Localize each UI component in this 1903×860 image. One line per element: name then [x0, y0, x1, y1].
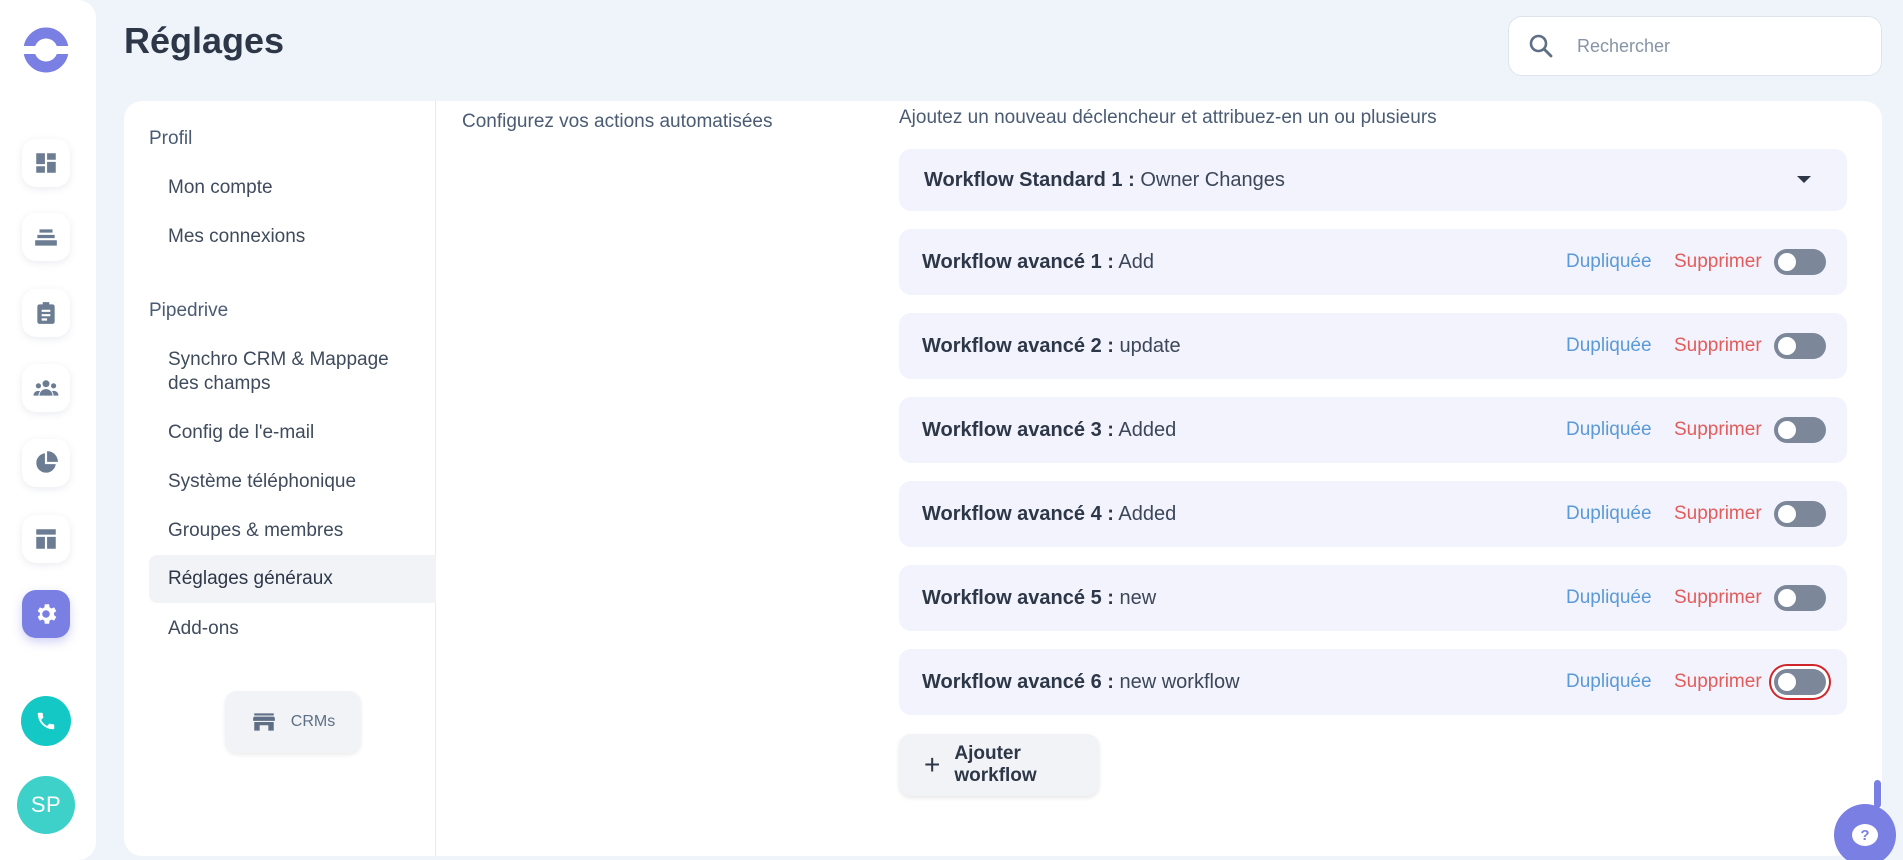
toggle-knob	[1778, 673, 1796, 691]
workflow-label: Workflow avancé 6 :	[922, 670, 1114, 693]
delete-button[interactable]: Supprimer	[1674, 419, 1762, 441]
nav-settings-button[interactable]	[22, 590, 70, 638]
add-workflow-label: Ajouter workflow	[954, 743, 1037, 786]
crms-button-label: CRMs	[290, 713, 336, 730]
toggle-knob	[1778, 589, 1796, 607]
advanced-workflow-row-3: Workflow avancé 3 : Added Dupliquée Supp…	[899, 397, 1847, 463]
nav-item-my-connections[interactable]: Mes connexions	[149, 225, 436, 249]
phone-icon	[37, 712, 55, 730]
standard-workflow-value: Owner Changes	[1140, 168, 1285, 191]
nav-item-addons[interactable]: Add-ons	[149, 617, 436, 641]
left-rail: SP	[0, 0, 96, 860]
nav-item-groups-members[interactable]: Groupes & membres	[149, 519, 436, 543]
section-description: Configurez vos actions automatisées	[462, 111, 773, 132]
help-icon: ?	[1852, 824, 1878, 846]
standard-workflow-label: Workflow Standard 1 :	[924, 168, 1135, 191]
toggle-knob	[1778, 253, 1796, 271]
nav-layout-button[interactable]	[22, 515, 70, 563]
workflow-label: Workflow avancé 2 :	[922, 334, 1114, 357]
advanced-workflow-row-4: Workflow avancé 4 : Added Dupliquée Supp…	[899, 481, 1847, 547]
add-workflow-button[interactable]: + Ajouter workflow	[899, 734, 1099, 796]
duplicate-button[interactable]: Dupliquée	[1566, 671, 1652, 693]
toggle-knob	[1778, 505, 1796, 523]
workflow-value: Added	[1118, 502, 1177, 525]
delete-button[interactable]: Supprimer	[1674, 671, 1762, 693]
advanced-workflow-row-6: Workflow avancé 6 : new workflow Dupliqu…	[899, 649, 1847, 715]
workflow-value: update	[1119, 334, 1181, 357]
duplicate-button[interactable]: Dupliquée	[1566, 587, 1652, 609]
duplicate-button[interactable]: Dupliquée	[1566, 251, 1652, 273]
clipboard-icon	[37, 302, 55, 324]
nav-team-button[interactable]	[22, 364, 70, 412]
delete-button[interactable]: Supprimer	[1674, 335, 1762, 357]
plus-icon: +	[924, 749, 941, 780]
workflow-toggle[interactable]	[1774, 669, 1826, 695]
duplicate-button[interactable]: Dupliquée	[1566, 503, 1652, 525]
nav-section-profile: Profil	[149, 128, 193, 149]
phone-button[interactable]	[21, 696, 71, 746]
workflow-toggle[interactable]	[1774, 249, 1826, 275]
page-title: Réglages	[124, 20, 285, 61]
logo-icon[interactable]	[22, 26, 70, 74]
workflow-label: Workflow avancé 1 :	[922, 250, 1114, 273]
workflow-value: Add	[1118, 250, 1154, 273]
help-indicator	[1874, 780, 1881, 808]
advanced-workflow-row-2: Workflow avancé 2 : update Dupliquée Sup…	[899, 313, 1847, 379]
nav-dashboard-button[interactable]	[22, 139, 70, 187]
nav-stack-button[interactable]	[22, 213, 70, 261]
workflow-label: Workflow avancé 5 :	[922, 586, 1114, 609]
search-box[interactable]	[1508, 16, 1882, 76]
workflow-toggle[interactable]	[1774, 501, 1826, 527]
help-widget: ?	[1830, 780, 1903, 860]
duplicate-button[interactable]: Dupliquée	[1566, 335, 1652, 357]
workflow-label: Workflow avancé 4 :	[922, 502, 1114, 525]
nav-reports-button[interactable]	[22, 439, 70, 487]
advanced-workflow-row-5: Workflow avancé 5 : new Dupliquée Suppri…	[899, 565, 1847, 631]
delete-button[interactable]: Supprimer	[1674, 251, 1762, 273]
store-icon	[252, 713, 275, 731]
team-icon	[33, 380, 59, 396]
pie-chart-icon	[36, 451, 58, 473]
search-icon	[1529, 34, 1553, 58]
nav-item-email-config[interactable]: Config de l'e-mail	[149, 421, 436, 445]
workflow-toggle[interactable]	[1774, 585, 1826, 611]
workflow-value: Added	[1118, 418, 1177, 441]
help-button[interactable]: ?	[1834, 804, 1896, 860]
settings-nav: Profil Mon compte Mes connexions Pipedri…	[124, 101, 436, 856]
delete-button[interactable]: Supprimer	[1674, 503, 1762, 525]
dashboard-icon	[36, 153, 56, 173]
nav-item-my-account[interactable]: Mon compte	[149, 176, 436, 200]
workflow-toggle[interactable]	[1774, 417, 1826, 443]
nav-section-pipedrive: Pipedrive	[149, 300, 229, 321]
workflow-hint: Ajoutez un nouveau déclencheur et attrib…	[899, 107, 1437, 128]
nav-item-phone-system[interactable]: Système téléphonique	[149, 470, 436, 494]
search-input[interactable]	[1577, 35, 1837, 57]
nav-tasks-button[interactable]	[22, 289, 70, 337]
gear-icon	[37, 604, 57, 624]
user-avatar[interactable]: SP	[17, 776, 75, 834]
toggle-knob	[1778, 421, 1796, 439]
layout-icon	[36, 529, 56, 549]
nav-item-crm-sync[interactable]: Synchro CRM & Mappage des champs	[149, 348, 419, 396]
duplicate-button[interactable]: Dupliquée	[1566, 419, 1652, 441]
delete-button[interactable]: Supprimer	[1674, 587, 1762, 609]
caret-down-icon	[1797, 176, 1811, 183]
standard-workflow-title: Workflow Standard 1 : Owner Changes	[924, 169, 1285, 192]
workflow-label: Workflow avancé 3 :	[922, 418, 1114, 441]
advanced-workflow-row-1: Workflow avancé 1 : Add Dupliquée Suppri…	[899, 229, 1847, 295]
stack-icon	[35, 229, 57, 246]
workflow-toggle[interactable]	[1774, 333, 1826, 359]
settings-card: Profil Mon compte Mes connexions Pipedri…	[124, 101, 1882, 856]
workflow-value: new	[1119, 586, 1157, 609]
workflow-value: new workflow	[1119, 670, 1240, 693]
nav-item-general-settings[interactable]: Réglages généraux	[149, 555, 436, 603]
toggle-knob	[1778, 337, 1796, 355]
crms-button[interactable]: CRMs	[225, 691, 361, 753]
standard-workflow-dropdown[interactable]: Workflow Standard 1 : Owner Changes	[899, 149, 1847, 211]
